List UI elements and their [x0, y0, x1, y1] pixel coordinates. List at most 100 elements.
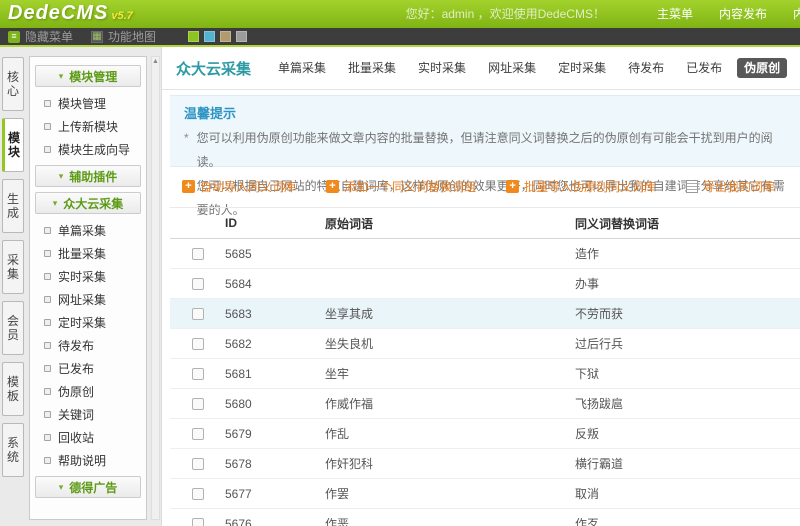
bullet-icon	[44, 296, 51, 303]
action-link[interactable]: 批量导入伪原创同义词库	[506, 178, 656, 195]
sidebar-entry-label: 德得广告	[69, 479, 117, 496]
row-original-word: 作乱	[325, 425, 575, 442]
table-header-row: ID 原始词语 同义词替换词语	[170, 207, 800, 239]
bullet-icon	[44, 411, 51, 418]
row-select-checkbox[interactable]	[192, 278, 204, 290]
module-tab[interactable]: 核心	[2, 57, 24, 111]
table-row: 5679 作乱 反叛	[170, 419, 800, 449]
row-id: 5677	[225, 487, 325, 501]
row-checkbox-cell	[170, 488, 225, 500]
collection-tab[interactable]: 网址采集	[481, 58, 543, 78]
sidebar-entry[interactable]: 回收站	[35, 426, 141, 449]
table-row: 5676 作恶 作歹	[170, 509, 800, 526]
module-tab[interactable]: 生成	[2, 179, 24, 233]
sidebar-entry[interactable]: 模块管理	[35, 92, 141, 115]
table-row: 5683 坐享其成 不劳而获	[170, 299, 800, 329]
module-tab-label: 模板	[7, 375, 20, 403]
scroll-up-arrow-icon[interactable]	[152, 57, 159, 67]
collection-tab[interactable]: 实时采集	[411, 58, 473, 78]
sidebar-entry[interactable]: 定时采集	[35, 311, 141, 334]
module-tab[interactable]: 模板	[2, 362, 24, 416]
sidebar-entry[interactable]: 批量采集	[35, 242, 141, 265]
row-select-checkbox[interactable]	[192, 398, 204, 410]
action-link[interactable]: 添加一个同义词替换词组	[326, 178, 476, 195]
top-right-menu: 您好：admin ，欢迎使用DedeCMS！主菜单内容发布内	[406, 0, 800, 28]
sidebar-entry-label: 伪原创	[58, 383, 94, 400]
sidebar-entry[interactable]: 众大云采集	[35, 192, 141, 214]
collection-tab[interactable]: 定时采集	[551, 58, 613, 78]
row-synonym-word: 飞扬跋扈	[575, 395, 800, 412]
row-original-word: 作奸犯科	[325, 455, 575, 472]
module-tab[interactable]: 采集	[2, 240, 24, 294]
sidebar-entry[interactable]: 模块管理	[35, 65, 141, 87]
sidebar-entry-label: 单篇采集	[58, 222, 106, 239]
sidebar-entry[interactable]: 实时采集	[35, 265, 141, 288]
row-select-checkbox[interactable]	[192, 308, 204, 320]
row-original-word: 坐失良机	[325, 335, 575, 352]
hide-menu-icon	[8, 31, 20, 43]
row-select-checkbox[interactable]	[192, 368, 204, 380]
collection-tab[interactable]: 批量采集	[341, 58, 403, 78]
row-select-checkbox[interactable]	[192, 458, 204, 470]
sidebar-entry[interactable]: 辅助插件	[35, 165, 141, 187]
hide-menu-button[interactable]: 隐藏菜单	[8, 28, 73, 45]
sidebar-entry[interactable]: 上传新模块	[35, 115, 141, 138]
module-tab[interactable]: 系统	[2, 423, 24, 477]
sidebar-entry[interactable]: 已发布	[35, 357, 141, 380]
function-map-icon	[91, 31, 103, 43]
row-original-word: 坐牢	[325, 365, 575, 382]
row-select-checkbox[interactable]	[192, 248, 204, 260]
secondary-toolbar: 隐藏菜单 功能地图	[0, 28, 800, 45]
top-menu: 主菜单 内容发布 内	[631, 7, 800, 21]
theme-color-swatch[interactable]	[188, 31, 199, 42]
action-link[interactable]: 导出我的词库	[686, 178, 775, 195]
bullet-icon	[44, 365, 51, 372]
sidebar-entry[interactable]: 德得广告	[35, 476, 141, 498]
top-menu-item[interactable]: 内容发布	[719, 7, 767, 21]
sidebar-entry[interactable]: 单篇采集	[35, 219, 141, 242]
top-menu-item[interactable]: 内	[793, 7, 800, 21]
sidebar-entry[interactable]: 模块生成向导	[35, 138, 141, 161]
dedecms-logo: DedeCMSv5.7	[8, 2, 133, 25]
tab-divider	[162, 89, 800, 90]
sidebar-entry[interactable]: 伪原创	[35, 380, 141, 403]
doc-icon	[686, 180, 698, 193]
sidebar-entry[interactable]: 网址采集	[35, 288, 141, 311]
sidebar-entry[interactable]: 待发布	[35, 334, 141, 357]
bullet-icon	[44, 319, 51, 326]
module-tab[interactable]: 模块	[2, 118, 24, 172]
theme-color-swatch[interactable]	[204, 31, 215, 42]
notice-title: 温馨提示	[184, 103, 786, 122]
sidebar-scrollbar[interactable]	[151, 56, 160, 520]
row-select-checkbox[interactable]	[192, 428, 204, 440]
theme-color-swatch[interactable]	[220, 31, 231, 42]
row-id: 5682	[225, 337, 325, 351]
module-tab[interactable]: 会员	[2, 301, 24, 355]
row-original-word: 作威作福	[325, 395, 575, 412]
action-link[interactable]: 自动导入同义词库	[182, 178, 296, 195]
row-select-checkbox[interactable]	[192, 488, 204, 500]
row-select-checkbox[interactable]	[192, 518, 204, 526]
sidebar-entry-label: 辅助插件	[69, 168, 117, 185]
bullet-icon	[44, 342, 51, 349]
table-row: 5681 坐牢 下狱	[170, 359, 800, 389]
function-map-button[interactable]: 功能地图	[91, 28, 156, 45]
table-row: 5677 作罢 取消	[170, 479, 800, 509]
collection-tab[interactable]: 已发布	[679, 58, 729, 78]
bullet-icon	[44, 146, 51, 153]
collection-tab[interactable]: 单篇采集	[271, 58, 333, 78]
sidebar-entry-label: 上传新模块	[58, 118, 118, 135]
collection-tab[interactable]: 伪原创	[737, 58, 787, 78]
header-original-word: 原始词语	[325, 215, 575, 232]
sidebar-entry[interactable]: 帮助说明	[35, 449, 141, 472]
row-checkbox-cell	[170, 518, 225, 526]
top-menu-item[interactable]: 主菜单	[657, 7, 693, 21]
theme-color-switcher	[188, 31, 252, 42]
theme-color-swatch[interactable]	[236, 31, 247, 42]
chevron-down-icon	[59, 71, 64, 82]
collection-tab[interactable]: 关键词	[795, 58, 800, 78]
collection-tab[interactable]: 待发布	[621, 58, 671, 78]
row-select-checkbox[interactable]	[192, 338, 204, 350]
sidebar-entry-label: 帮助说明	[58, 452, 106, 469]
sidebar-entry[interactable]: 关键词	[35, 403, 141, 426]
